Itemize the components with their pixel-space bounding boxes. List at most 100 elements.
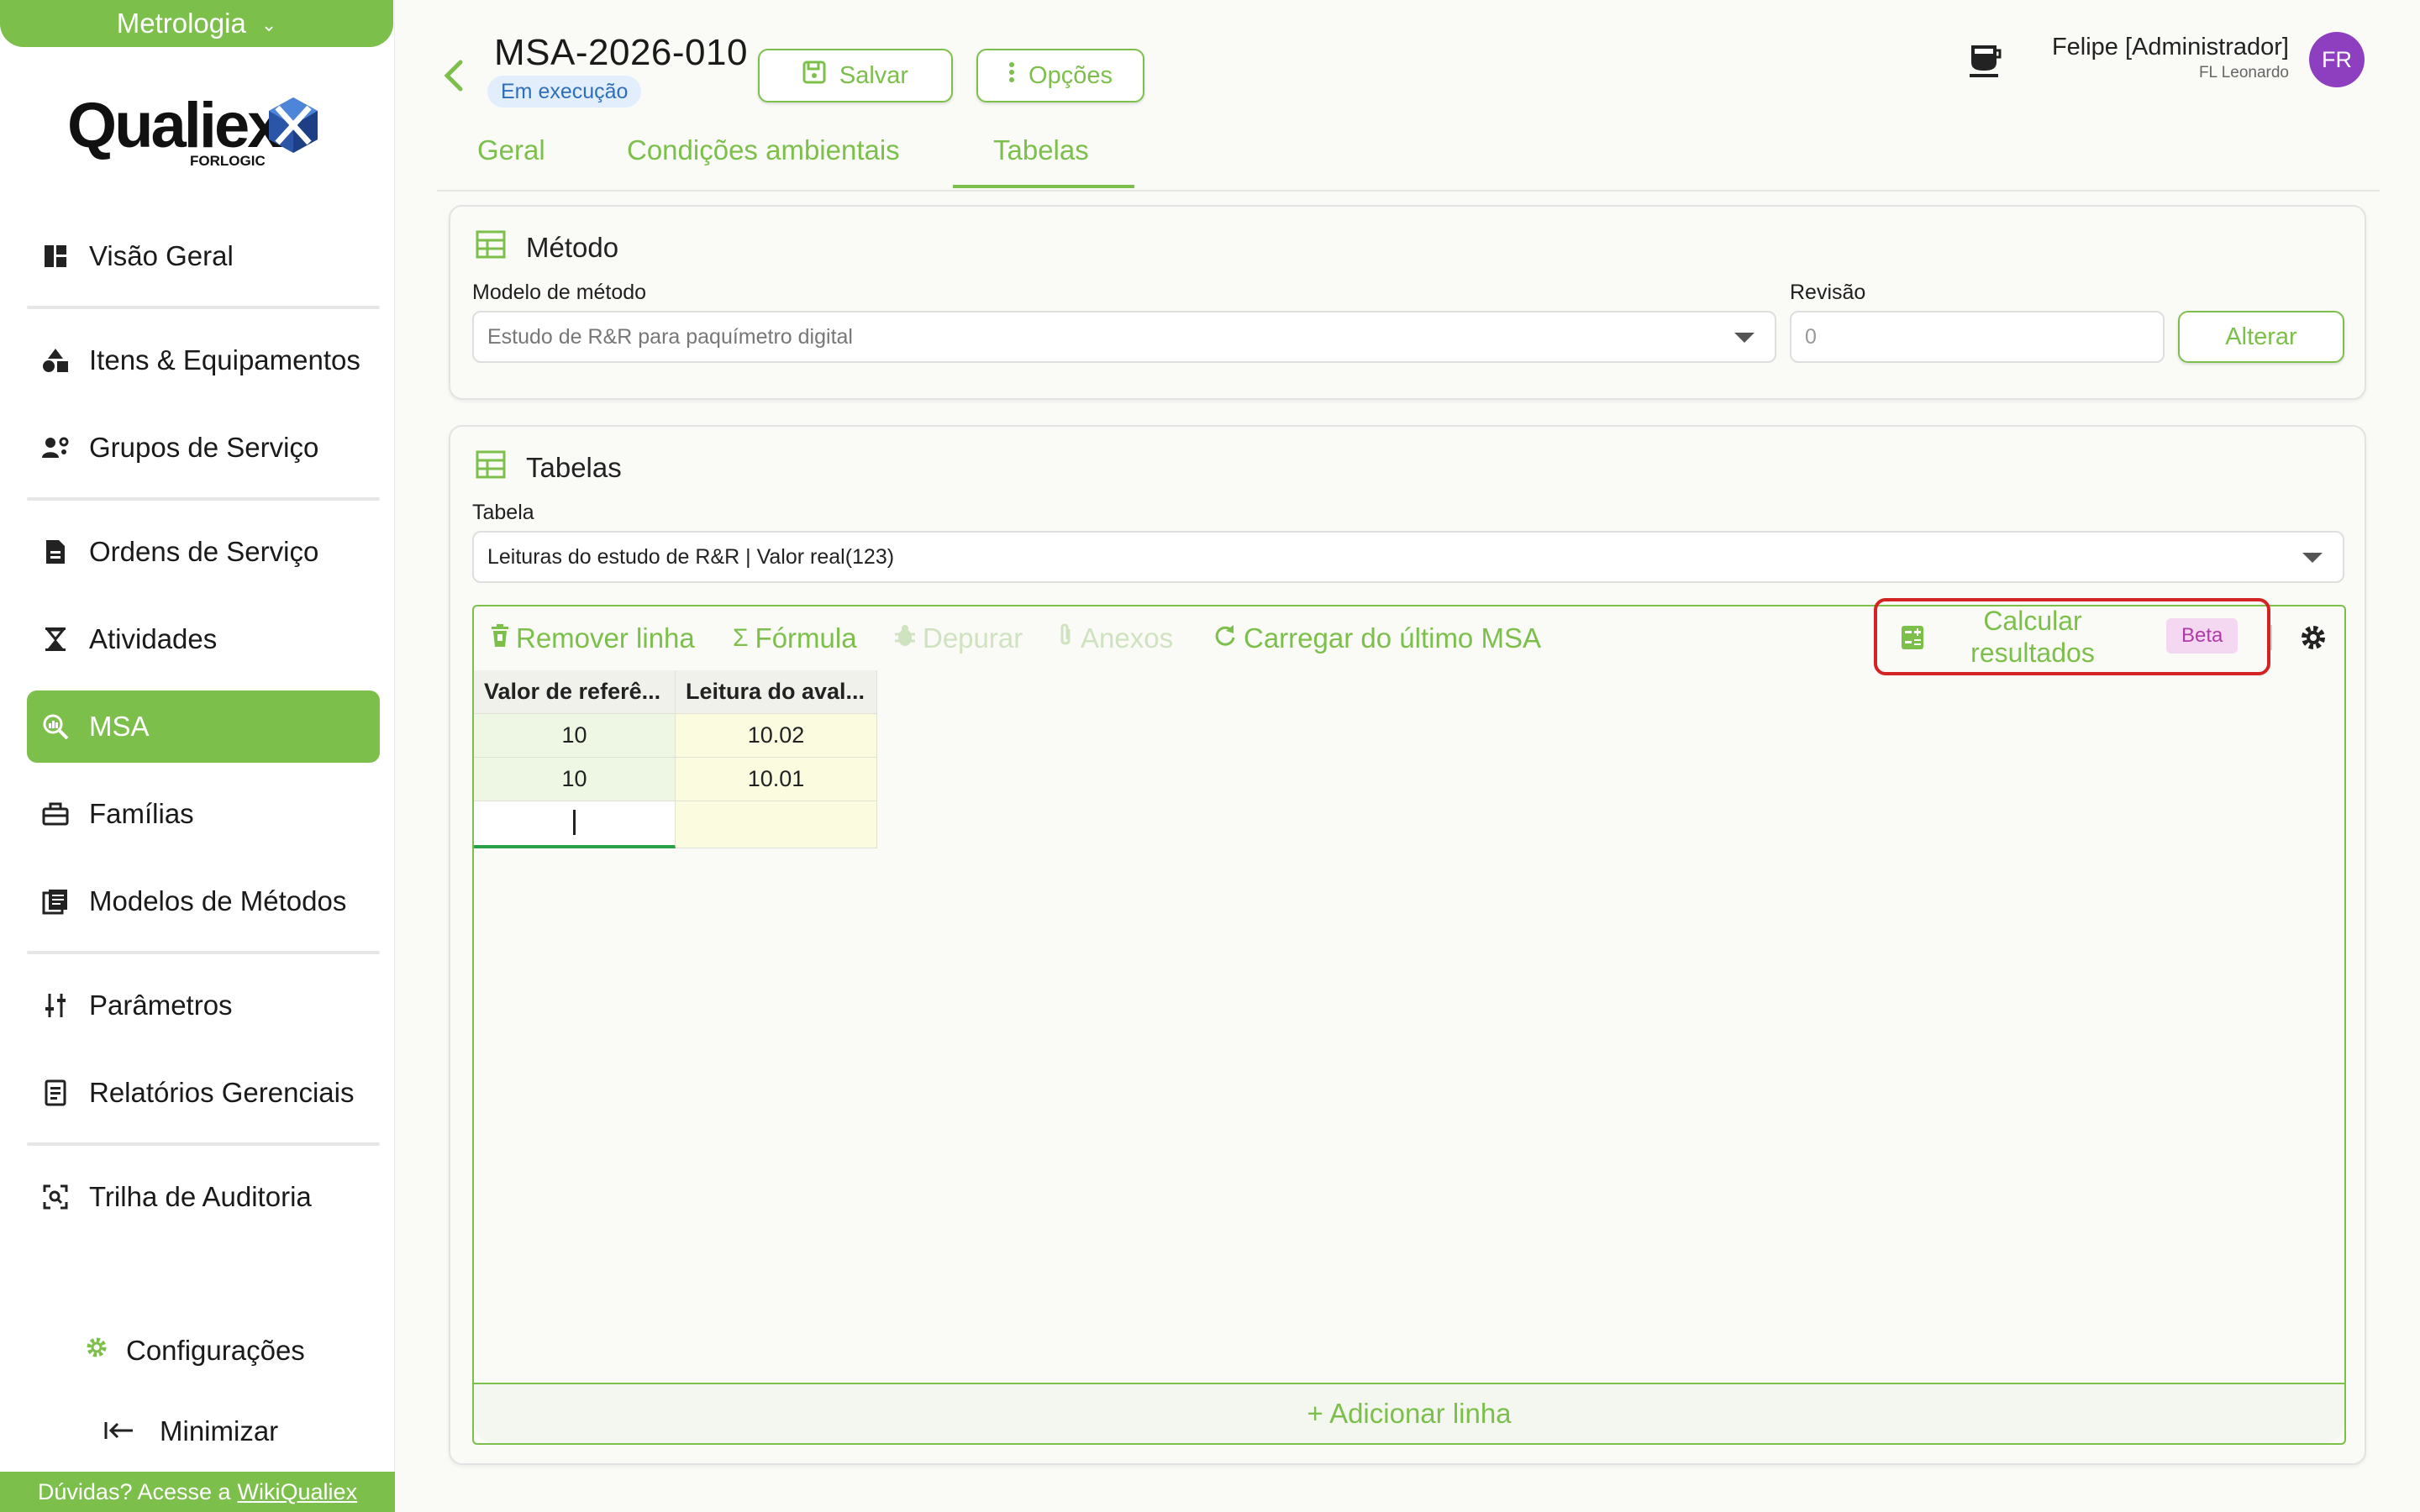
settings-label: Configurações	[126, 1335, 305, 1366]
library-icon	[40, 886, 71, 916]
users-gear-icon	[40, 433, 71, 463]
options-button[interactable]: Opções	[976, 49, 1144, 102]
user-name: Felipe [Administrador]	[2051, 34, 2289, 60]
tables-card: Tabelas Tabela Leituras do estudo de R&R…	[449, 425, 2366, 1465]
table-select-value: Leituras do estudo de R&R | Valor real(1…	[487, 544, 895, 569]
gear-icon	[84, 1335, 109, 1367]
tab-tabelas[interactable]: Tabelas	[993, 134, 1089, 166]
caret-down-icon	[2302, 553, 2323, 563]
formula-button[interactable]: Σ Fórmula	[733, 620, 857, 657]
logo-mark-icon	[269, 97, 318, 153]
column-header[interactable]: Leitura do aval...	[676, 670, 877, 714]
sidebar-item-grupos-servico[interactable]: Grupos de Serviço	[27, 412, 380, 484]
save-button[interactable]: Salvar	[758, 49, 953, 102]
sidebar-item-itens-equipamentos[interactable]: Itens & Equipamentos	[27, 324, 380, 396]
table-cell[interactable]: 10.01	[676, 758, 877, 801]
logo-text: Qualiex	[67, 90, 283, 161]
coffee-icon[interactable]	[1966, 40, 2003, 83]
options-label: Opções	[1028, 61, 1113, 89]
method-model-value: Estudo de R&R para paquímetro digital	[487, 324, 853, 349]
formula-label: Fórmula	[755, 622, 857, 654]
bug-icon	[894, 622, 916, 654]
table-cell[interactable]: 10.02	[676, 714, 877, 758]
document-icon	[40, 537, 71, 567]
settings-link[interactable]: Configurações	[84, 1327, 305, 1374]
calculate-results-button[interactable]: Calcular resultados Beta	[1886, 606, 2262, 669]
sidebar-item-relatorios-gerenciais[interactable]: Relatórios Gerenciais	[27, 1057, 380, 1129]
module-switcher[interactable]: Metrologia ⌄	[0, 0, 393, 47]
debug-button[interactable]: Depurar	[894, 620, 1023, 657]
minimize-button[interactable]: Minimizar	[104, 1408, 278, 1455]
remove-row-button[interactable]: Remover linha	[491, 620, 695, 657]
sidebar-item-atividades[interactable]: Atividades	[27, 603, 380, 675]
table-settings-button[interactable]	[2299, 623, 2328, 656]
table-cell[interactable]	[676, 801, 877, 848]
table-cell[interactable]: 10	[474, 714, 676, 758]
table-cell[interactable]: 10	[474, 758, 676, 801]
dashboard-icon	[40, 241, 71, 271]
revision-field[interactable]: 0	[1790, 311, 2165, 363]
report-icon	[40, 1078, 71, 1108]
chevron-left-icon	[444, 60, 463, 92]
active-tab-indicator	[953, 185, 1134, 188]
table-icon	[476, 230, 506, 265]
sidebar-item-modelos-metodos[interactable]: Modelos de Métodos	[27, 865, 380, 937]
alter-button[interactable]: Alterar	[2178, 311, 2344, 363]
add-row-button[interactable]: + Adicionar linha	[474, 1383, 2344, 1443]
nav-divider	[27, 497, 380, 501]
tab-condicoes-ambientais[interactable]: Condições ambientais	[627, 134, 900, 166]
active-cell-editor[interactable]	[474, 801, 676, 848]
remove-row-label: Remover linha	[516, 622, 695, 654]
user-organization: FL Leonardo	[2198, 64, 2289, 81]
hourglass-icon	[40, 624, 71, 654]
save-icon	[802, 60, 826, 91]
nav-divider	[27, 306, 380, 309]
method-card: Método Modelo de método Estudo de R&R pa…	[449, 205, 2366, 400]
attachments-label: Anexos	[1081, 622, 1174, 654]
method-model-select[interactable]: Estudo de R&R para paquímetro digital	[472, 311, 1776, 363]
paperclip-icon	[1057, 622, 1074, 654]
nav-divider	[27, 1142, 380, 1146]
sidebar-item-visao-geral[interactable]: Visão Geral	[27, 220, 380, 292]
load-last-msa-label: Carregar do último MSA	[1244, 622, 1541, 654]
sliders-icon	[40, 990, 71, 1021]
sidebar-item-trilha-auditoria[interactable]: Trilha de Auditoria	[27, 1161, 380, 1233]
spreadsheet: Remover linha Σ Fórmula Depurar Anexos C…	[472, 598, 2346, 1445]
wiki-link[interactable]: WikiQualiex	[238, 1479, 358, 1505]
collapse-left-icon	[104, 1415, 134, 1447]
sidebar-item-familias[interactable]: Famílias	[27, 778, 380, 850]
toolbox-icon	[40, 799, 71, 829]
status-badge: Em execução	[487, 76, 642, 108]
tab-divider	[437, 190, 2380, 192]
text-cursor	[573, 810, 576, 835]
search-analytics-icon	[40, 711, 71, 742]
avatar[interactable]: FR	[2309, 32, 2365, 87]
load-last-msa-button[interactable]: Carregar do último MSA	[1213, 620, 1541, 657]
table-select[interactable]: Leituras do estudo de R&R | Valor real(1…	[472, 531, 2344, 583]
minimize-label: Minimizar	[160, 1415, 279, 1446]
page-title: MSA-2026-010	[494, 32, 748, 73]
qualiex-logo: Qualiex FORLOGIC	[67, 89, 328, 173]
sidebar-item-label: Trilha de Auditoria	[89, 1181, 312, 1212]
module-label: Metrologia	[116, 8, 246, 39]
revision-value: 0	[1805, 324, 1817, 349]
table-label: Tabela	[472, 501, 534, 524]
column-header[interactable]: Valor de referê...	[474, 670, 676, 714]
tables-card-title: Tabelas	[476, 450, 622, 486]
more-vertical-icon	[1008, 60, 1015, 91]
shapes-icon	[40, 345, 71, 375]
audit-icon	[40, 1182, 71, 1212]
attachments-button[interactable]: Anexos	[1057, 620, 1173, 657]
sidebar-item-label: Atividades	[89, 623, 218, 654]
sidebar-item-parametros[interactable]: Parâmetros	[27, 969, 380, 1042]
tab-geral[interactable]: Geral	[477, 134, 545, 166]
revision-label: Revisão	[1790, 281, 1866, 304]
sidebar-item-label: Modelos de Métodos	[89, 885, 347, 916]
debug-label: Depurar	[923, 622, 1023, 654]
sidebar-item-msa[interactable]: MSA	[27, 690, 380, 763]
sidebar-item-label: Relatórios Gerenciais	[89, 1077, 355, 1108]
back-button[interactable]	[437, 57, 471, 94]
help-bar: Dúvidas? Acesse a WikiQualiex	[0, 1472, 395, 1512]
sidebar-item-ordens-servico[interactable]: Ordens de Serviço	[27, 516, 380, 588]
method-card-title: Método	[476, 230, 618, 265]
